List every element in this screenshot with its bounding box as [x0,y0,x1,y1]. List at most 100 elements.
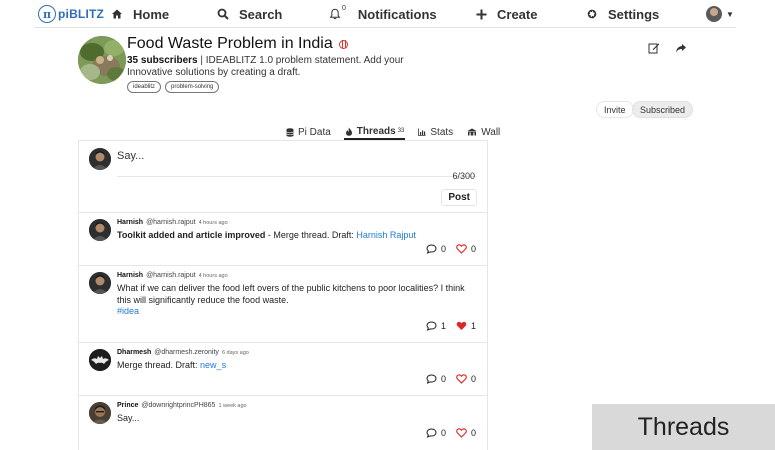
thread-handle[interactable]: @downrightprincPH865 [141,402,215,409]
nav-settings-label: Settings [608,6,660,22]
tag-problem-solving[interactable]: problem-solving [165,81,220,93]
tab-pi-data-label: Pi Data [298,126,331,138]
thread-handle[interactable]: @harnish.rajput [146,219,196,226]
tab-threads[interactable]: Threads 33 [343,124,406,140]
thread-meta: Harnish @harnish.rajput 4 hours ago [117,272,228,279]
thread-actions: 1 1 [426,321,476,331]
pi-logo-icon: π [38,5,56,23]
comment-icon[interactable] [426,321,437,331]
tab-wall[interactable]: Wall [466,124,501,140]
draft-link[interactable]: Harnish Rajput [356,230,416,240]
thread-time: 4 hours ago [198,273,228,279]
globe-icon [338,39,348,49]
chevron-down-icon: ▼ [726,9,734,19]
space-description: 35 subscribers | IDEABLITZ 1.0 problem s… [127,55,407,79]
post-button[interactable]: Post [441,189,477,206]
space-image [78,36,126,84]
thread-author[interactable]: Prince [117,402,138,409]
tag-ideablitz[interactable]: ideablitz [127,81,162,93]
thread-author[interactable]: Harnish [117,219,143,226]
thread-author[interactable]: Harnish [117,272,143,279]
plus-icon [474,7,488,21]
subscribed-button[interactable]: Subscribed [632,101,694,118]
fire-icon [345,127,353,136]
thread-body: What if we can deliver the food left ove… [117,283,479,318]
invite-button[interactable]: Invite [596,101,634,118]
page-title-text: Food Waste Problem in India [127,35,333,52]
nav-create[interactable]: Create [474,0,537,28]
thread-bold-text: Toolkit added and article improved [117,230,266,240]
thread-body: Say... [117,413,479,425]
tag-list: ideablitz problem-solving [127,81,220,93]
nav-home[interactable]: Home [110,0,169,28]
building-icon [467,128,477,136]
nav-notifications-label: Notifications [357,6,437,22]
thread-item: Harnish @harnish.rajput 4 hours ago Toolki… [79,213,487,266]
share-icon[interactable] [675,41,687,53]
draft-link[interactable]: new_s [200,360,226,370]
thread-item: Harnish @harnish.rajput 4 hours ago What i… [79,266,487,343]
thread-handle[interactable]: @harnish.rajput [146,272,196,279]
logo[interactable]: π piBLITZ [38,0,104,28]
thread-handle[interactable]: @dharmesh.zeronity [154,349,219,356]
nav-notifications[interactable]: 0 Notifications [328,0,437,28]
nav-search-label: Search [239,6,283,22]
user-menu[interactable]: ▼ [706,0,734,28]
composer-avatar [89,148,111,170]
thread-avatar[interactable] [89,219,111,241]
home-icon [110,7,124,21]
thread-actions: 0 0 [426,244,476,254]
thread-input[interactable]: Say... [117,150,144,162]
char-counter: 6/300 [452,171,475,181]
like-count: 0 [470,244,476,254]
comment-count: 1 [440,321,446,331]
comment-count: 0 [440,244,446,254]
thread-item: Prince @downrightprincPH865 1 week ago Say… [79,396,487,450]
nav-settings[interactable]: Settings [585,0,659,28]
heart-icon[interactable] [456,244,467,254]
thread-feed: Say... 6/300 Post Harnish @harnish.rajput… [78,140,488,450]
thread-meta: Harnish @harnish.rajput 4 hours ago [117,219,228,226]
comment-icon[interactable] [426,244,437,254]
user-avatar [706,6,722,22]
tab-stats-label: Stats [430,126,454,138]
edit-icon[interactable] [648,41,660,54]
tab-bar: Pi Data Threads 33 Stats Wall [285,124,501,140]
tab-wall-label: Wall [481,126,501,138]
thread-actions: 0 0 [426,374,476,384]
nav-create-label: Create [497,6,538,22]
thread-text: Say... [117,413,140,423]
comment-icon[interactable] [426,428,437,438]
comment-count: 0 [440,374,446,384]
heart-filled-icon[interactable] [456,321,467,331]
thread-avatar[interactable] [89,272,111,294]
bar-chart-icon [418,128,426,136]
thread-meta: Prince @downrightprincPH865 1 week ago [117,402,247,409]
search-icon [216,7,230,21]
heart-icon[interactable] [456,374,467,384]
thread-composer: Say... 6/300 Post [79,141,487,213]
tab-stats[interactable]: Stats [417,124,454,140]
thread-time: 4 hours ago [198,220,228,226]
thread-avatar[interactable] [89,402,111,424]
thread-item: Dharmesh @dharmesh.zeronity 6 days ago Mer… [79,343,487,396]
hashtag-link[interactable]: #idea [117,306,139,316]
tab-pi-data[interactable]: Pi Data [285,124,332,140]
comment-icon[interactable] [426,374,437,384]
thread-text: - Merge thread. Draft: [265,230,357,240]
heart-icon[interactable] [456,428,467,438]
nav-search[interactable]: Search [216,0,282,28]
thread-author[interactable]: Dharmesh [117,349,151,356]
composer-divider [117,176,477,177]
thread-text: Merge thread. Draft: [117,360,201,370]
thread-meta: Dharmesh @dharmesh.zeronity 6 days ago [117,349,249,356]
page-title: Food Waste Problem in India [127,35,348,53]
thread-time: 6 days ago [221,350,249,356]
thread-body: Toolkit added and article improved - Mer… [117,230,479,242]
thread-avatar[interactable] [89,349,111,371]
thread-time: 1 week ago [218,403,247,409]
gear-icon [585,7,599,21]
top-navbar: π piBLITZ Home Search 0 Notifications Cr… [34,0,736,28]
like-count: 1 [470,321,476,331]
like-count: 0 [470,428,476,438]
